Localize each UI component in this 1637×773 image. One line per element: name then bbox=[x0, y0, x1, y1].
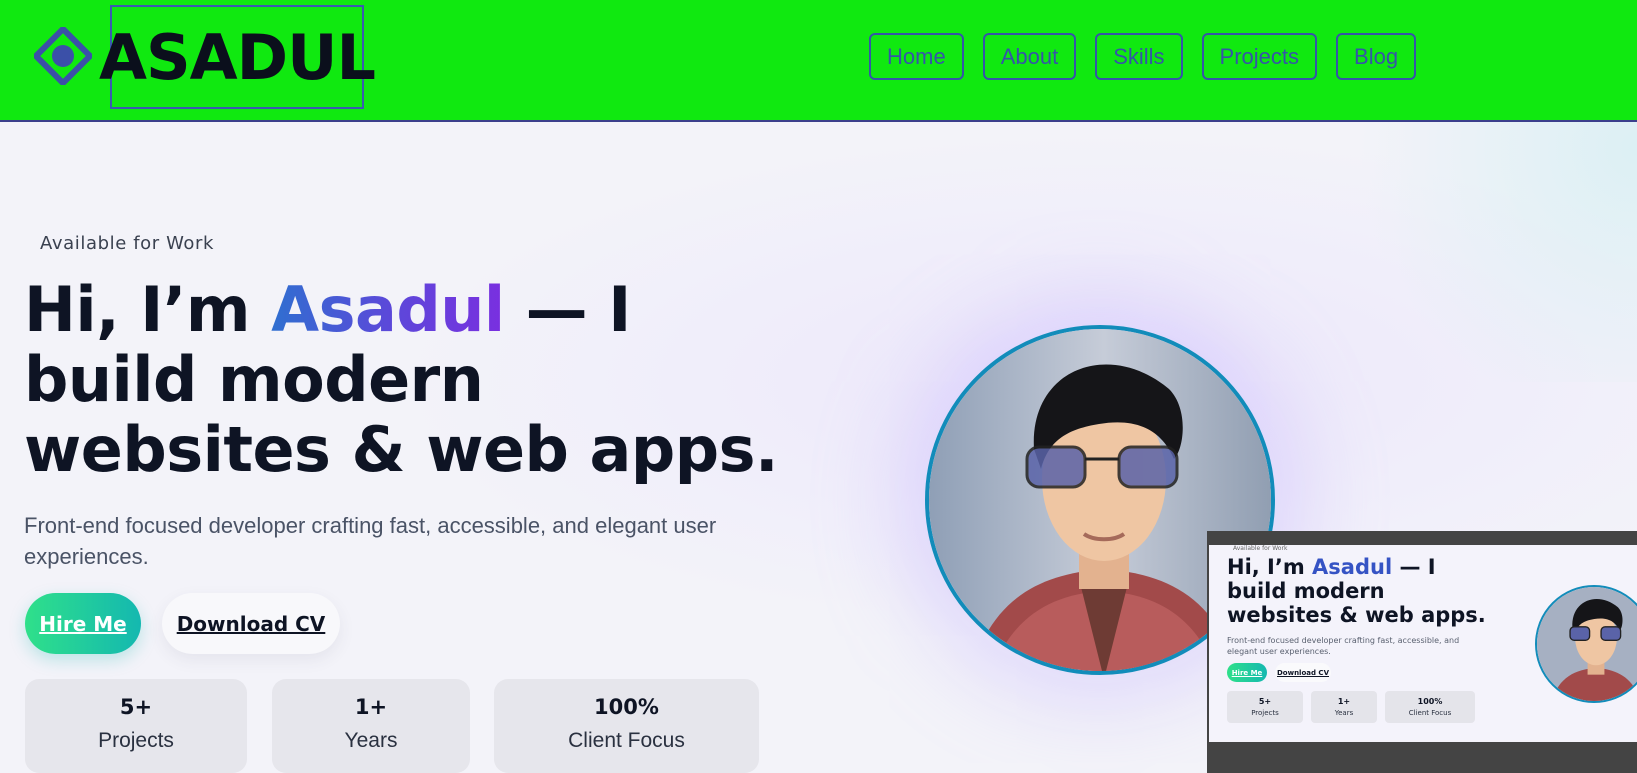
main-nav: Home About Skills Projects Blog bbox=[869, 33, 1417, 80]
site-header: ASADUL Home About Skills Projects Blog bbox=[0, 0, 1637, 122]
availability-badge: Available for Work bbox=[40, 233, 215, 254]
preview-headline-line2: build modern bbox=[1227, 579, 1385, 603]
preview-headline-name: Asadul bbox=[1312, 555, 1393, 579]
preview-cv-button: Download CV bbox=[1275, 663, 1331, 682]
brand-logo[interactable]: ASADUL bbox=[99, 5, 376, 109]
stat-label: Projects bbox=[98, 729, 174, 752]
preview-headline-line3: websites & web apps. bbox=[1227, 603, 1486, 627]
headline-name: Asadul bbox=[271, 273, 505, 346]
preview-stat-projects: 5+ Projects bbox=[1227, 691, 1303, 723]
nav-home[interactable]: Home bbox=[869, 33, 964, 80]
preview-subtext: Front-end focused developer crafting fas… bbox=[1227, 636, 1460, 656]
preview-stat-label: Projects bbox=[1251, 709, 1279, 717]
preview-stat-label: Years bbox=[1334, 709, 1354, 717]
stat-label: Client Focus bbox=[568, 729, 685, 752]
nav-projects[interactable]: Projects bbox=[1201, 33, 1318, 80]
preview-headline-intro: Hi, I’m bbox=[1227, 555, 1313, 579]
nav-about[interactable]: About bbox=[982, 33, 1077, 80]
hero-subtext: Front-end focused developer crafting fas… bbox=[24, 513, 717, 569]
headline-line2: build modern bbox=[24, 343, 484, 416]
download-cv-button[interactable]: Download CV bbox=[162, 593, 340, 654]
preview-badge: Available for Work bbox=[1233, 545, 1288, 552]
preview-avatar bbox=[1535, 585, 1637, 703]
preview-photo-illustration bbox=[1537, 587, 1637, 701]
nav-skills[interactable]: Skills bbox=[1095, 33, 1183, 80]
hire-me-button[interactable]: Hire Me bbox=[25, 593, 141, 654]
stat-card-client-focus: 100% Client Focus bbox=[494, 679, 759, 773]
preview-stat-value: 100% bbox=[1417, 697, 1443, 706]
preview-headline: Hi, I’m Asadul — I build modern websites… bbox=[1227, 555, 1497, 627]
preview-stat-label: Client Focus bbox=[1408, 709, 1452, 717]
headline-line3: websites & web apps. bbox=[24, 413, 779, 486]
stat-label: Years bbox=[344, 729, 398, 752]
diamond-logo-icon[interactable] bbox=[34, 27, 92, 85]
preview-stat-client-focus: 100% Client Focus bbox=[1385, 691, 1475, 723]
preview-stat-years: 1+ Years bbox=[1311, 691, 1377, 723]
stat-value: 5+ bbox=[119, 695, 153, 719]
stat-value: 100% bbox=[594, 695, 659, 719]
nav-blog[interactable]: Blog bbox=[1336, 33, 1417, 80]
headline-dash: — I bbox=[504, 273, 632, 346]
preview-viewport: Available for Work Hi, I’m Asadul — I bu… bbox=[1209, 545, 1637, 742]
preview-stat-value: 5+ bbox=[1258, 697, 1272, 706]
brand-name: ASADUL bbox=[99, 20, 376, 94]
stat-value: 1+ bbox=[354, 695, 388, 719]
preview-hire-button: Hire Me bbox=[1227, 663, 1267, 682]
hero-headline: Hi, I’m Asadul — I build modern websites… bbox=[24, 275, 804, 485]
stat-card-projects: 5+ Projects bbox=[25, 679, 247, 773]
hero-glow bbox=[1317, 122, 1637, 382]
site-preview-thumbnail: Available for Work Hi, I’m Asadul — I bu… bbox=[1207, 531, 1637, 773]
preview-headline-dash: — I bbox=[1392, 555, 1436, 579]
headline-intro: Hi, I’m bbox=[24, 273, 272, 346]
preview-stat-value: 1+ bbox=[1337, 697, 1351, 706]
stat-card-years: 1+ Years bbox=[272, 679, 470, 773]
